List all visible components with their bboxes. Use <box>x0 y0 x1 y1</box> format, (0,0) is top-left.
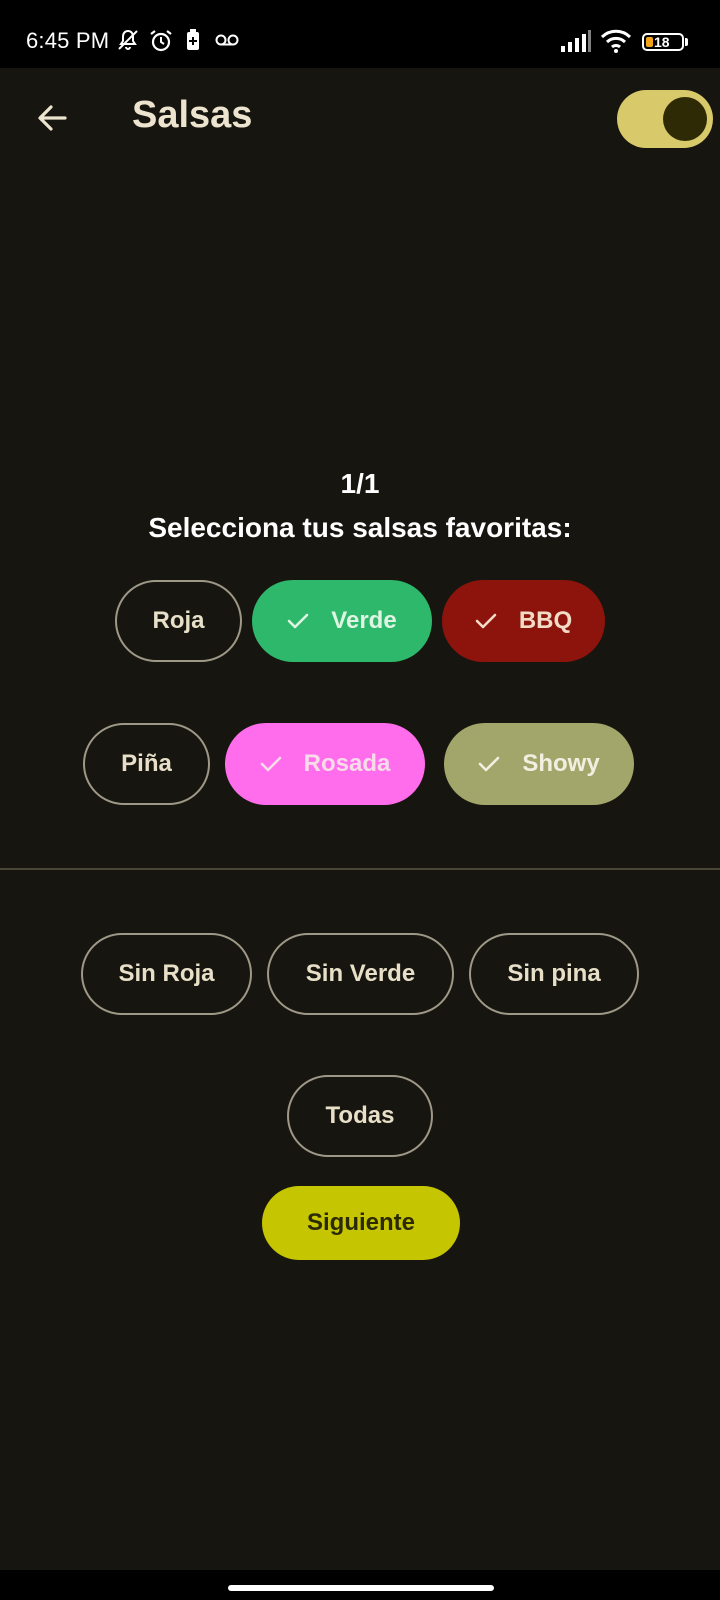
chip-label: Showy <box>522 750 600 777</box>
section-divider <box>0 868 720 870</box>
chip-label: Verde <box>331 607 397 634</box>
chip-todas[interactable]: Todas <box>287 1075 433 1157</box>
battery-icon: 18 <box>642 33 684 51</box>
back-button[interactable] <box>26 92 78 144</box>
voicemail-icon <box>215 34 239 46</box>
check-icon <box>260 756 281 772</box>
chip-salsa-rosada[interactable]: Rosada <box>225 723 425 805</box>
chip-label: Rosada <box>303 750 391 777</box>
status-time: 6:45 PM <box>26 28 110 53</box>
next-button[interactable]: Siguiente <box>262 1186 460 1260</box>
check-icon <box>287 613 309 629</box>
chip-label: Sin Roja <box>118 960 215 987</box>
chip-label: Piña <box>121 750 172 777</box>
battery-level: 18 <box>654 34 670 50</box>
step-counter: 1/1 <box>340 468 380 499</box>
chip-sin-verde[interactable]: Sin Verde <box>267 933 454 1015</box>
chip-salsa-bbq[interactable]: BBQ <box>442 580 605 662</box>
chip-sin-roja[interactable]: Sin Roja <box>81 933 252 1015</box>
chip-salsa-verde[interactable]: Verde <box>252 580 432 662</box>
theme-toggle-switch[interactable] <box>617 90 713 148</box>
alarm-icon <box>150 30 172 52</box>
question-prompt: Selecciona tus salsas favoritas: <box>148 512 572 543</box>
chip-label: Roja <box>152 607 205 634</box>
chip-salsa-showy[interactable]: Showy <box>444 723 634 805</box>
check-icon <box>475 613 497 629</box>
status-bar: 6:45 PM 18 <box>0 0 720 68</box>
next-button-label: Siguiente <box>306 1209 415 1236</box>
signal-icon <box>561 30 591 52</box>
battery-saver-icon <box>187 29 199 50</box>
chip-label: Sin pina <box>507 960 601 987</box>
arrow-back-icon <box>38 105 67 131</box>
chip-label: Sin Verde <box>305 960 416 987</box>
chip-label: BBQ <box>518 607 573 634</box>
check-icon <box>479 756 500 772</box>
notifications-off-icon <box>118 29 138 50</box>
chip-sin-pina[interactable]: Sin pina <box>469 933 639 1015</box>
home-indicator[interactable] <box>228 1585 494 1591</box>
page-title: Salsas <box>132 94 253 136</box>
app-bar: Salsas <box>0 68 720 168</box>
toggle-knob <box>663 97 707 141</box>
chip-label: Todas <box>325 1102 395 1129</box>
chip-salsa-pina[interactable]: Piña <box>83 723 210 805</box>
wifi-icon <box>600 29 632 53</box>
chip-salsa-roja[interactable]: Roja <box>115 580 242 662</box>
